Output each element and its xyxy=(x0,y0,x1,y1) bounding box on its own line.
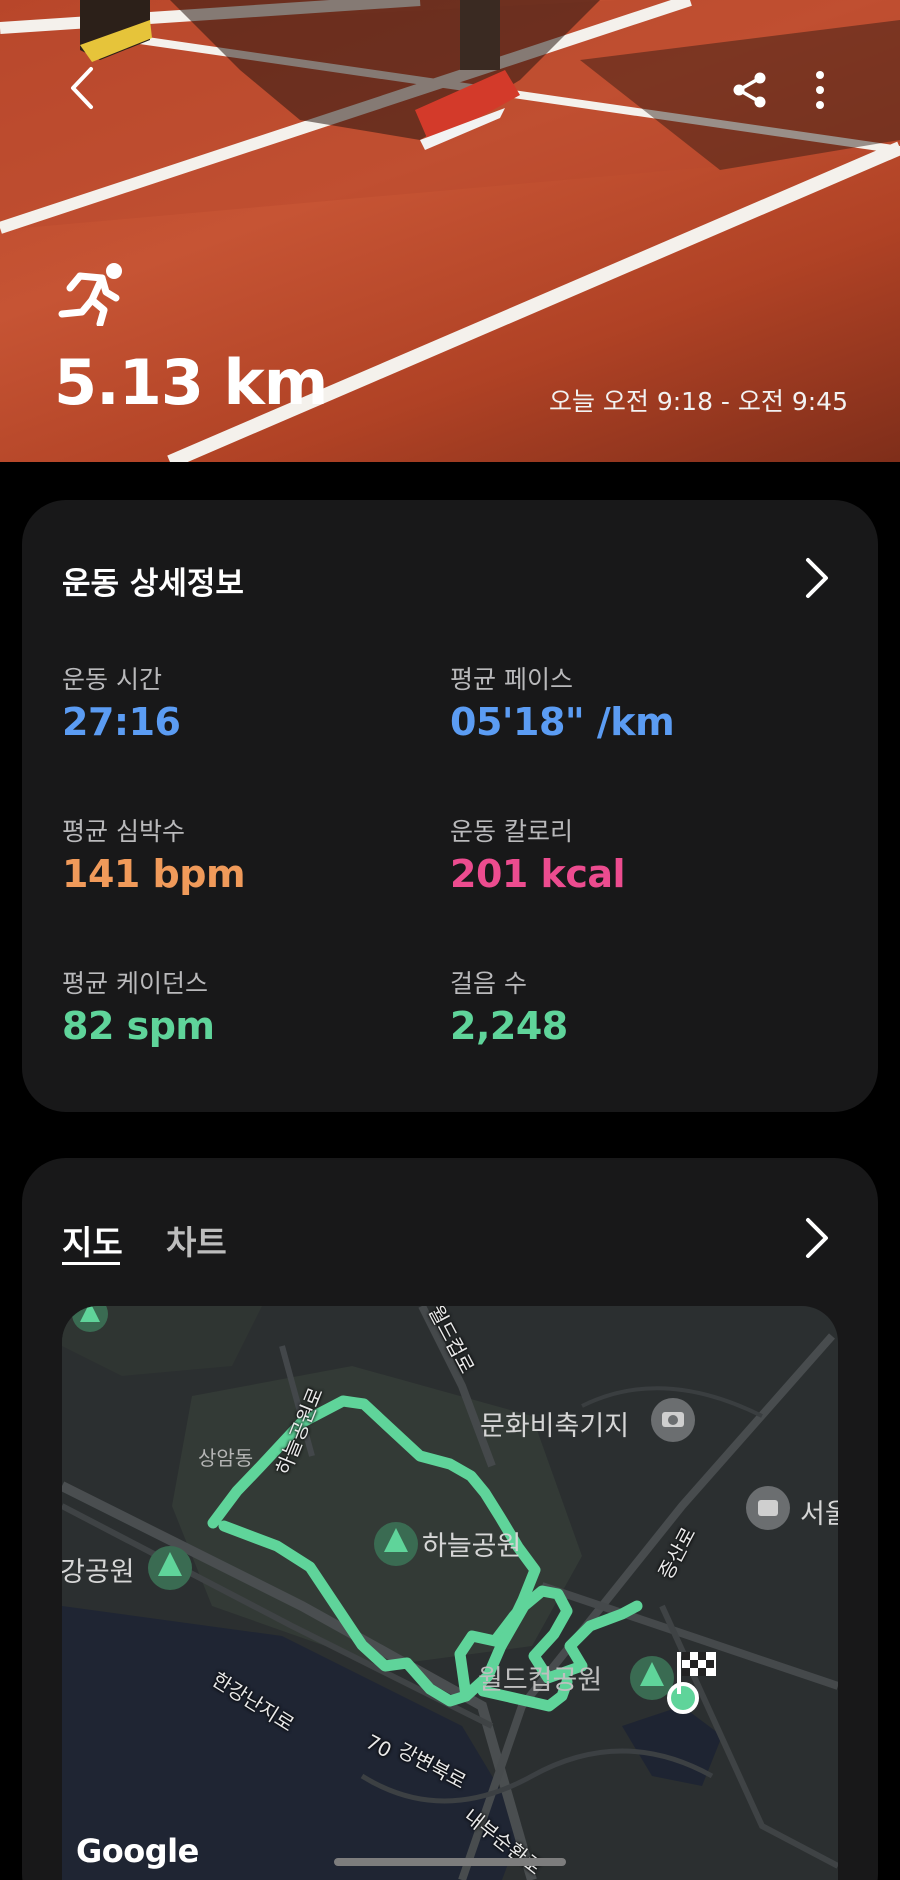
attraction-pin-icon xyxy=(746,1486,790,1530)
map-place-label: 상암동 xyxy=(198,1446,254,1470)
more-options-button[interactable] xyxy=(796,62,844,118)
park-pin-icon xyxy=(374,1522,418,1566)
share-button[interactable] xyxy=(722,62,778,118)
start-marker-icon xyxy=(667,1682,699,1714)
time-range: 오늘 오전 9:18 - 오전 9:45 xyxy=(548,387,848,416)
tab-selected-indicator xyxy=(62,1262,120,1265)
stat-label-pace: 평균 페이스 xyxy=(450,665,573,694)
stat-label-calories: 운동 칼로리 xyxy=(450,817,573,846)
details-chevron-button[interactable] xyxy=(796,554,836,602)
map-chevron-button[interactable] xyxy=(796,1214,836,1262)
back-button[interactable] xyxy=(52,58,112,118)
stat-value-duration: 27:16 xyxy=(62,700,181,744)
map-place-label: 하늘공원 xyxy=(422,1531,522,1562)
tab-map[interactable]: 지도 xyxy=(62,1216,123,1264)
stat-label-steps: 걸음 수 xyxy=(450,969,527,998)
map-place-label: 문화비축기지 xyxy=(480,1411,630,1442)
map-place-label: 강공원 xyxy=(62,1557,135,1588)
hero-banner: 5.13 km 오늘 오전 9:18 - 오전 9:45 xyxy=(0,0,900,462)
chevron-right-icon xyxy=(806,1218,828,1258)
park-pin-icon xyxy=(630,1656,674,1700)
tab-chart[interactable]: 차트 xyxy=(166,1216,227,1264)
stat-label-duration: 운동 시간 xyxy=(62,665,162,694)
stat-value-calories: 201 kcal xyxy=(450,852,626,896)
route-map[interactable]: 문화비축기지 하늘공원 상암동 강공원 월드컵공원 서울 월드컵로 하늘공원로 … xyxy=(62,1306,838,1880)
camera-pin-icon xyxy=(651,1398,695,1442)
stat-value-heart-rate: 141 bpm xyxy=(62,852,246,896)
details-title: 운동 상세정보 xyxy=(62,566,244,602)
map-place-label: 서울 xyxy=(800,1499,838,1530)
more-vertical-icon xyxy=(816,71,824,109)
running-icon xyxy=(58,263,122,326)
distance-value: 5.13 km xyxy=(54,346,328,419)
share-icon xyxy=(733,72,766,108)
stat-value-pace: 05'18" /km xyxy=(450,700,675,744)
home-indicator[interactable] xyxy=(334,1858,566,1866)
park-pin-icon xyxy=(148,1546,192,1590)
chevron-right-icon xyxy=(806,558,828,598)
chevron-left-icon xyxy=(71,67,93,109)
map-place-label: 월드컵공원 xyxy=(478,1665,603,1696)
google-attribution: Google xyxy=(76,1832,199,1870)
stat-value-cadence: 82 spm xyxy=(62,1004,215,1048)
map-base xyxy=(62,1306,838,1880)
stat-label-cadence: 평균 케이던스 xyxy=(62,969,208,998)
stat-value-steps: 2,248 xyxy=(450,1004,568,1048)
stat-label-heart-rate: 평균 심박수 xyxy=(62,817,185,846)
